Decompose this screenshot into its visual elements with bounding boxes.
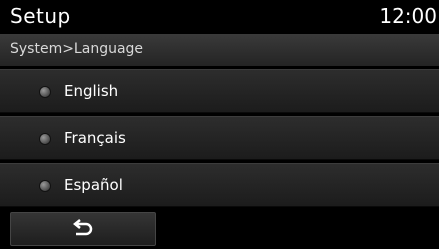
back-arrow-icon (72, 219, 94, 243)
radio-icon (40, 181, 50, 191)
language-option-francais[interactable]: Français (0, 116, 439, 160)
language-option-english[interactable]: English (0, 69, 439, 113)
breadcrumb-bar: System>Language (0, 34, 439, 66)
language-option-label: Español (64, 176, 123, 194)
header-bar: Setup 12:00 (0, 0, 439, 34)
language-option-espanol[interactable]: Español (0, 163, 439, 207)
language-option-label: English (64, 82, 119, 100)
clock: 12:00 (379, 4, 437, 28)
page-title: Setup (10, 4, 71, 28)
breadcrumb: System>Language (10, 41, 144, 57)
radio-icon (40, 134, 50, 144)
back-button[interactable] (10, 212, 156, 246)
radio-icon (40, 87, 50, 97)
language-option-label: Français (64, 129, 126, 147)
